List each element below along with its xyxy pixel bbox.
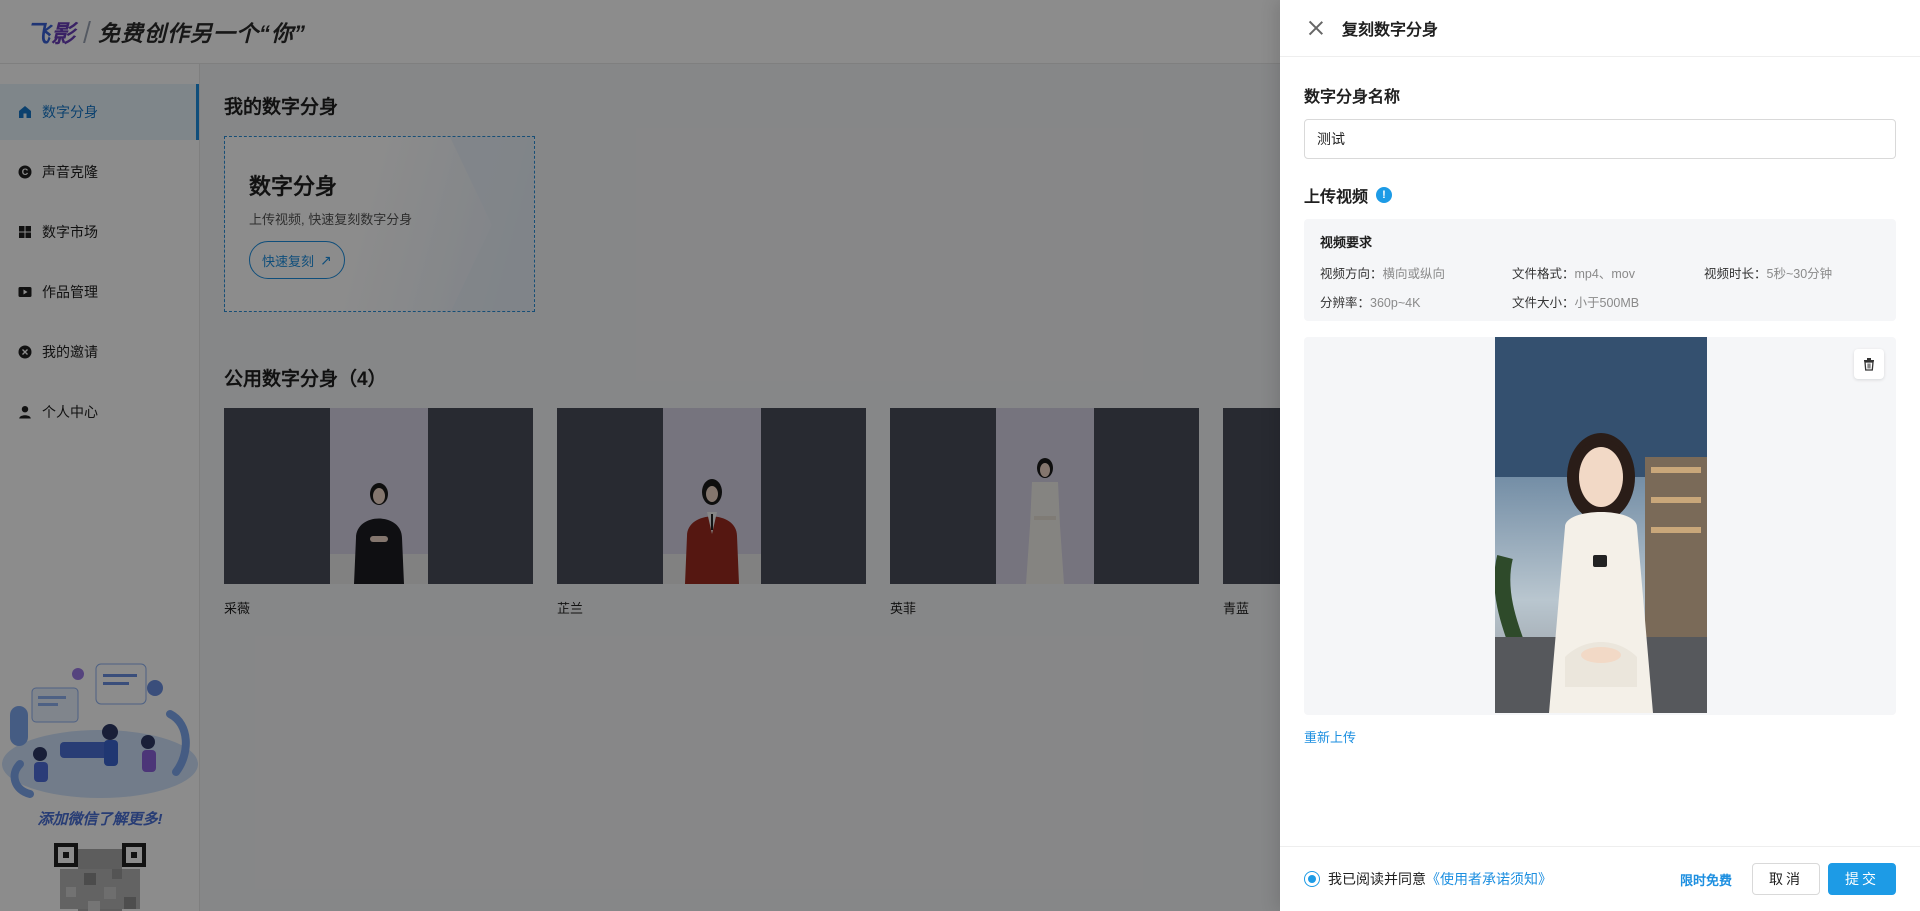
drawer-footer: 我已阅读并同意 《使用者承诺须知》 限时免费 取消 提交 (1280, 846, 1920, 911)
requirement-key: 分辨率： (1320, 296, 1371, 310)
submit-button[interactable]: 提交 (1828, 863, 1896, 895)
drawer-body: 数字分身名称 上传视频 ! 视频要求 视频方向：横向或纵向 文件格式：mp4、m… (1304, 57, 1896, 747)
requirement-item: 视频方向：横向或纵向 (1320, 263, 1512, 282)
requirement-value: 5秒~30分钟 (1766, 267, 1833, 281)
reupload-link[interactable]: 重新上传 (1304, 727, 1356, 746)
avatar-name-input[interactable] (1304, 119, 1896, 159)
requirement-item: 文件格式：mp4、mov (1512, 263, 1704, 282)
requirement-key: 文件格式： (1512, 267, 1575, 281)
agree-radio[interactable] (1304, 871, 1320, 887)
clone-avatar-drawer: 复刻数字分身 数字分身名称 上传视频 ! 视频要求 视频方向：横向或纵向 文件格… (1280, 0, 1920, 911)
agree-text: 我已阅读并同意 (1328, 871, 1426, 887)
requirements-grid: 视频方向：横向或纵向 文件格式：mp4、mov 视频时长：5秒~30分钟 分辨率… (1320, 263, 1880, 311)
name-field-label: 数字分身名称 (1304, 89, 1401, 106)
uploaded-video-thumbnail[interactable] (1495, 337, 1707, 713)
requirement-item: 分辨率：360p~4K (1320, 292, 1512, 311)
trash-icon (1864, 358, 1874, 371)
upload-video-label-text: 上传视频 (1304, 189, 1369, 206)
requirement-value: mp4、mov (1574, 267, 1635, 281)
requirement-key: 视频方向： (1320, 267, 1383, 281)
limited-free-badge: 限时免费 (1679, 872, 1732, 888)
requirement-item: 文件大小：小于500MB (1512, 292, 1704, 311)
drawer-header: 复刻数字分身 (1280, 0, 1920, 57)
requirement-key: 文件大小： (1512, 296, 1575, 310)
video-requirements: 视频要求 视频方向：横向或纵向 文件格式：mp4、mov 视频时长：5秒~30分… (1304, 219, 1896, 321)
close-icon[interactable] (1306, 18, 1326, 38)
drawer-title: 复刻数字分身 (1342, 22, 1439, 39)
requirement-value: 360p~4K (1370, 296, 1421, 310)
info-icon[interactable]: ! (1376, 187, 1393, 203)
requirement-value: 横向或纵向 (1382, 267, 1446, 281)
requirements-title: 视频要求 (1320, 235, 1373, 250)
footer-actions: 限时免费 取消 提交 (1680, 863, 1896, 895)
delete-video-button[interactable] (1854, 349, 1884, 379)
cancel-button[interactable]: 取消 (1752, 863, 1820, 895)
terms-link[interactable]: 《使用者承诺须知》 (1426, 869, 1552, 889)
requirement-item: 视频时长：5秒~30分钟 (1704, 263, 1896, 282)
requirement-key: 视频时长： (1704, 267, 1767, 281)
modal-overlay[interactable] (0, 0, 1280, 911)
video-preview (1304, 337, 1896, 715)
upload-video-label: 上传视频 ! (1304, 183, 1896, 207)
requirement-value: 小于500MB (1574, 296, 1640, 310)
